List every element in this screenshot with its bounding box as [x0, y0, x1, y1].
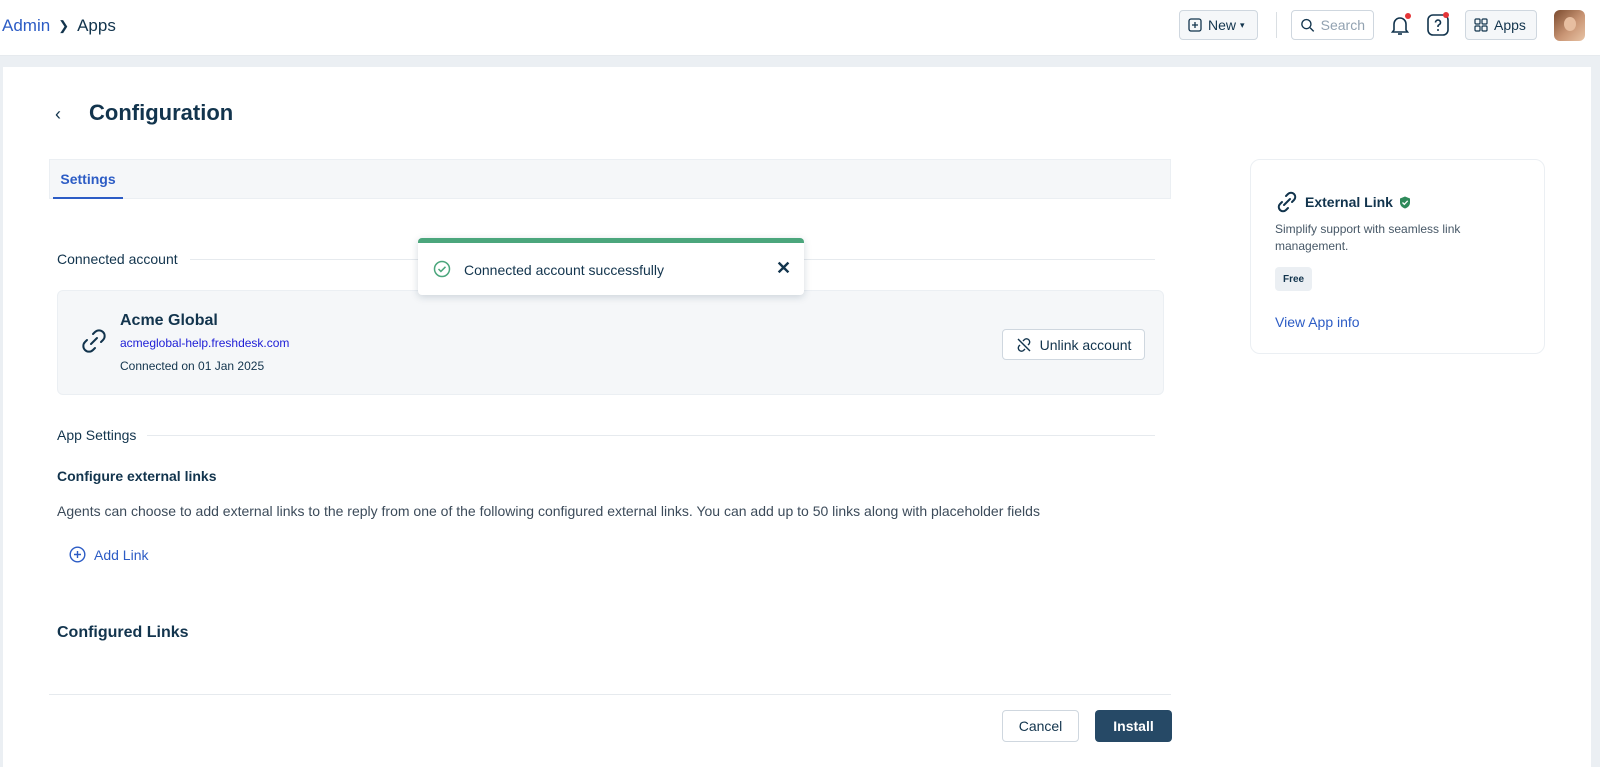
app-info-card: External Link Simplify support with seam…: [1250, 159, 1545, 354]
search-input[interactable]: Search: [1291, 10, 1374, 40]
connected-account-card: Acme Global acmeglobal-help.freshdesk.co…: [57, 290, 1164, 395]
breadcrumb-current: Apps: [77, 16, 116, 35]
view-app-info-link[interactable]: View App info: [1275, 314, 1360, 330]
unlink-account-button[interactable]: Unlink account: [1002, 329, 1145, 360]
app-settings-heading: App Settings: [57, 427, 137, 443]
app-name: External Link: [1305, 194, 1411, 210]
chevron-down-icon: ▾: [1240, 19, 1245, 30]
divider: [1276, 12, 1277, 38]
tab-bar: Settings: [49, 159, 1171, 199]
install-button[interactable]: Install: [1095, 710, 1172, 742]
check-circle-icon: [433, 260, 451, 278]
account-name: Acme Global: [120, 312, 218, 329]
configure-links-description: Agents can choose to add external links …: [57, 503, 1040, 519]
new-button[interactable]: New ▾: [1179, 10, 1258, 40]
plus-square-icon: [1188, 18, 1202, 32]
page-title: Configuration: [89, 100, 234, 125]
unlink-account-label: Unlink account: [1039, 336, 1132, 353]
search-icon: [1301, 18, 1315, 32]
avatar[interactable]: [1554, 10, 1585, 41]
top-bar: Admin ❯ Apps New ▾ Search Apps: [0, 0, 1600, 56]
pricing-badge: Free: [1275, 267, 1313, 291]
section-divider: [147, 435, 1155, 436]
add-link-label: Add Link: [94, 546, 149, 563]
connected-account-heading: Connected account: [57, 251, 178, 267]
app-name-label: External Link: [1305, 194, 1393, 210]
configure-links-heading: Configure external links: [57, 468, 217, 484]
plus-circle-icon: [69, 546, 86, 563]
apps-button-label: Apps: [1494, 17, 1526, 33]
unlink-icon: [1017, 337, 1031, 352]
verified-shield-icon: [1399, 196, 1410, 208]
close-icon[interactable]: ✕: [776, 258, 791, 279]
notification-dot: [1405, 13, 1411, 19]
link-icon: [1277, 191, 1297, 213]
cancel-button[interactable]: Cancel: [1002, 710, 1079, 742]
breadcrumb-admin-link[interactable]: Admin: [2, 16, 50, 36]
search-placeholder: Search: [1320, 17, 1365, 33]
success-toast: Connected account successfully ✕: [418, 238, 804, 295]
back-arrow-icon[interactable]: ‹: [55, 104, 61, 125]
add-link-button[interactable]: Add Link: [69, 546, 148, 563]
breadcrumb: Admin ❯ Apps: [2, 16, 116, 36]
apps-button[interactable]: Apps: [1465, 10, 1537, 40]
apps-grid-icon: [1474, 18, 1488, 32]
link-icon: [82, 329, 106, 353]
account-url-link[interactable]: acmeglobal-help.freshdesk.com: [120, 336, 289, 350]
tab-settings[interactable]: Settings: [53, 160, 123, 199]
account-connected-date: Connected on 01 Jan 2025: [120, 359, 265, 373]
footer-divider: [49, 694, 1171, 695]
toast-message: Connected account successfully: [464, 262, 664, 278]
chevron-right-icon: ❯: [58, 18, 70, 33]
help-notification-dot: [1443, 12, 1449, 18]
configured-links-heading: Configured Links: [57, 624, 189, 641]
app-description: Simplify support with seamless link mana…: [1275, 222, 1461, 253]
new-button-label: New: [1208, 17, 1237, 33]
